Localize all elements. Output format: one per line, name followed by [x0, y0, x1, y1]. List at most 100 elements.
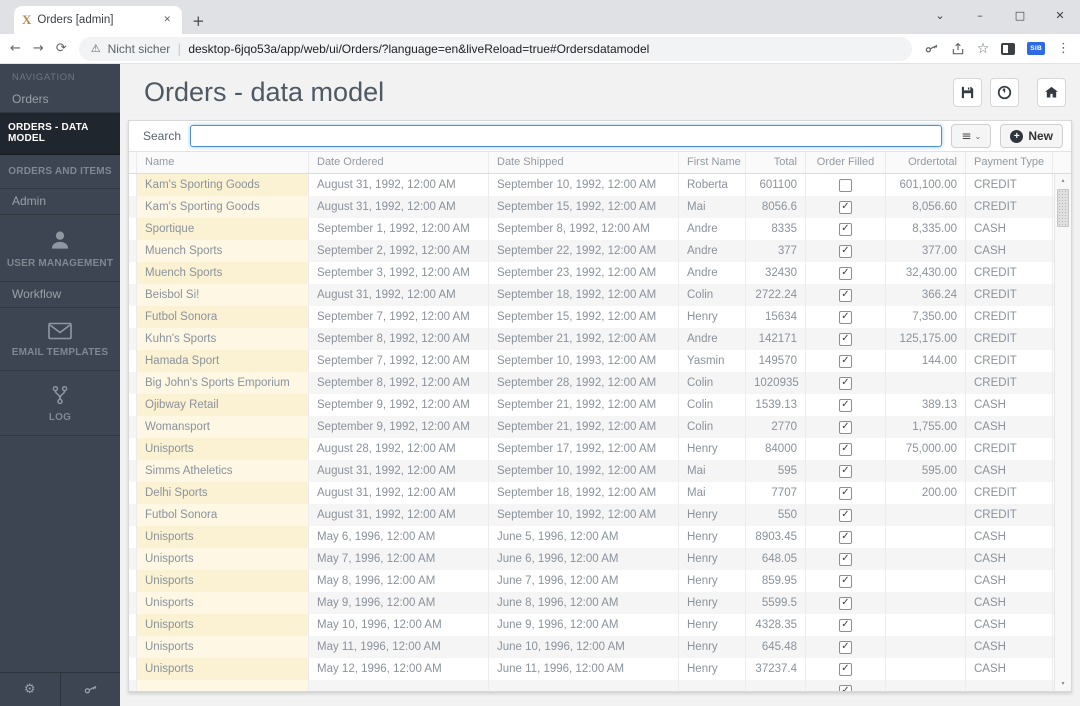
reload-icon[interactable]: ⟳: [56, 41, 67, 56]
forward-icon[interactable]: →: [33, 41, 44, 56]
sidebar-item-orders-data-model[interactable]: ORDERS - DATA MODEL: [0, 113, 120, 155]
table-row[interactable]: Futbol Sonora August 31, 1992, 12:00 AM Se…: [129, 504, 1054, 526]
order-filled-checkbox[interactable]: ✓: [839, 684, 852, 691]
table-row[interactable]: Muench Sports September 2, 1992, 12:00 AM…: [129, 240, 1054, 262]
table-row[interactable]: Unisports May 8, 1996, 12:00 AM June 7, 19…: [129, 570, 1054, 592]
col-header-name[interactable]: Name: [137, 152, 309, 173]
table-row[interactable]: Delhi Sports August 31, 1992, 12:00 AM Sep…: [129, 482, 1054, 504]
table-row[interactable]: Hamada Sport September 7, 1992, 12:00 AM S…: [129, 350, 1054, 372]
table-row[interactable]: ✓: [129, 680, 1054, 691]
vertical-scrollbar[interactable]: ▴ ▾: [1054, 174, 1071, 691]
table-row[interactable]: Unisports May 10, 1996, 12:00 AM June 9, 1…: [129, 614, 1054, 636]
cell-order-filled: ✓: [806, 526, 886, 548]
order-filled-checkbox[interactable]: ✓: [839, 530, 852, 544]
address-bar[interactable]: ⚠ Nicht sicher | desktop-6jqo53a/app/web…: [78, 36, 912, 61]
col-header-date-ordered[interactable]: Date Ordered: [309, 152, 489, 173]
history-button[interactable]: [990, 77, 1019, 107]
order-filled-checkbox[interactable]: ✓: [839, 398, 852, 412]
table-row[interactable]: Muench Sports September 3, 1992, 12:00 AM…: [129, 262, 1054, 284]
access-key-button[interactable]: [59, 673, 121, 706]
table-row[interactable]: Unisports May 11, 1996, 12:00 AM June 10, …: [129, 636, 1054, 658]
tab-close-icon[interactable]: ✕: [160, 13, 174, 27]
sidebar-section-orders[interactable]: Orders: [0, 87, 120, 113]
col-header-payment-type[interactable]: Payment Type: [966, 152, 1053, 173]
order-filled-checkbox[interactable]: ✓: [839, 332, 852, 346]
order-filled-checkbox[interactable]: ✓: [839, 310, 852, 324]
order-filled-checkbox[interactable]: ✓: [839, 244, 852, 258]
order-filled-checkbox[interactable]: ✓: [839, 618, 852, 632]
col-header-total[interactable]: Total: [746, 152, 806, 173]
password-key-icon[interactable]: [924, 41, 939, 56]
sidebar-item-orders-and-items[interactable]: ORDERS AND ITEMS: [0, 155, 120, 189]
window-minimize-icon[interactable]: –: [960, 9, 1000, 22]
order-filled-checkbox[interactable]: ✓: [839, 464, 852, 478]
table-row[interactable]: Sportique September 1, 1992, 12:00 AM Sept…: [129, 218, 1054, 240]
order-filled-checkbox[interactable]: ✓: [839, 552, 852, 566]
order-filled-checkbox[interactable]: ✓: [839, 662, 852, 676]
order-filled-checkbox[interactable]: ✓: [839, 200, 852, 214]
table-row[interactable]: Unisports May 6, 1996, 12:00 AM June 5, 19…: [129, 526, 1054, 548]
table-row[interactable]: Kam's Sporting Goods August 31, 1992, 12:…: [129, 196, 1054, 218]
order-filled-checkbox[interactable]: ✓: [839, 376, 852, 390]
window-close-icon[interactable]: ✕: [1040, 9, 1080, 22]
search-label: Search: [143, 129, 182, 143]
home-button[interactable]: [1037, 77, 1066, 107]
col-header-order-filled[interactable]: Order Filled: [806, 152, 886, 173]
col-header-date-shipped[interactable]: Date Shipped: [489, 152, 679, 173]
order-filled-checkbox[interactable]: ✓: [839, 222, 852, 236]
scrollbar-thumb[interactable]: [1057, 189, 1069, 227]
extension-badge[interactable]: SIB: [1027, 42, 1045, 55]
order-filled-checkbox[interactable]: ✓: [839, 596, 852, 610]
table-row[interactable]: Unisports May 9, 1996, 12:00 AM June 8, 19…: [129, 592, 1054, 614]
order-filled-checkbox[interactable]: ✓: [839, 266, 852, 280]
settings-gear-button[interactable]: ⚙: [0, 673, 60, 706]
share-icon[interactable]: [951, 42, 965, 56]
order-filled-checkbox[interactable]: ✓: [839, 486, 852, 500]
table-row[interactable]: Simms Atheletics August 31, 1992, 12:00 A…: [129, 460, 1054, 482]
tab-search-chevron-icon[interactable]: ⌄: [920, 9, 960, 22]
cell-ordertotal: [886, 504, 966, 526]
new-button[interactable]: + New: [1000, 124, 1063, 148]
new-tab-button[interactable]: +: [182, 12, 217, 34]
order-filled-checkbox[interactable]: ✓: [839, 508, 852, 522]
cell-ordertotal: 32,430.00: [886, 262, 966, 284]
order-filled-checkbox[interactable]: [839, 178, 852, 192]
search-input[interactable]: [190, 125, 943, 147]
order-filled-checkbox[interactable]: ✓: [839, 574, 852, 588]
table-row[interactable]: Unisports May 12, 1996, 12:00 AM June 11, …: [129, 658, 1054, 680]
window-maximize-icon[interactable]: □: [1000, 9, 1040, 22]
table-row[interactable]: Unisports August 28, 1992, 12:00 AM Septem…: [129, 438, 1054, 460]
table-row[interactable]: Big John's Sports Emporium September 8, 1…: [129, 372, 1054, 394]
sidebar-item-email-templates[interactable]: EMAIL TEMPLATES: [0, 308, 120, 371]
table-row[interactable]: Kam's Sporting Goods August 31, 1992, 12:…: [129, 174, 1054, 196]
sidebar-section-workflow[interactable]: Workflow: [0, 282, 120, 308]
sidebar-item-log[interactable]: LOG: [0, 371, 120, 436]
col-header-first-name[interactable]: First Name: [679, 152, 746, 173]
sidebar-item-user-management[interactable]: USER MANAGEMENT: [0, 215, 120, 282]
order-filled-checkbox[interactable]: ✓: [839, 288, 852, 302]
back-icon[interactable]: ←: [10, 41, 21, 56]
sidebar-section-admin[interactable]: Admin: [0, 189, 120, 215]
bookmark-star-icon[interactable]: ☆: [977, 41, 990, 57]
order-filled-checkbox[interactable]: ✓: [839, 354, 852, 368]
cell-payment-type: [966, 680, 1053, 691]
scroll-up-icon[interactable]: ▴: [1055, 174, 1071, 188]
table-row[interactable]: Beisbol Si! August 31, 1992, 12:00 AM Sept…: [129, 284, 1054, 306]
side-panel-icon[interactable]: [1001, 42, 1016, 55]
cell-order-filled: ✓: [806, 614, 886, 636]
scroll-down-icon[interactable]: ▾: [1055, 677, 1071, 691]
table-row[interactable]: Kuhn's Sports September 8, 1992, 12:00 AM…: [129, 328, 1054, 350]
table-row[interactable]: Ojibway Retail September 9, 1992, 12:00 A…: [129, 394, 1054, 416]
order-filled-checkbox[interactable]: ✓: [839, 420, 852, 434]
order-filled-checkbox[interactable]: ✓: [839, 640, 852, 654]
table-row[interactable]: Womansport September 9, 1992, 12:00 AM Sep…: [129, 416, 1054, 438]
table-row[interactable]: Unisports May 7, 1996, 12:00 AM June 6, 19…: [129, 548, 1054, 570]
cell-first-name: Roberta: [679, 174, 746, 196]
kebab-menu-icon[interactable]: ⋮: [1057, 41, 1070, 56]
save-button[interactable]: [953, 77, 982, 107]
order-filled-checkbox[interactable]: ✓: [839, 442, 852, 456]
browser-tab[interactable]: X Orders [admin] ✕: [14, 6, 182, 34]
col-header-ordertotal[interactable]: Ordertotal: [886, 152, 966, 173]
table-menu-button[interactable]: ≡ ⌄: [951, 124, 992, 148]
table-row[interactable]: Futbol Sonora September 7, 1992, 12:00 AM…: [129, 306, 1054, 328]
